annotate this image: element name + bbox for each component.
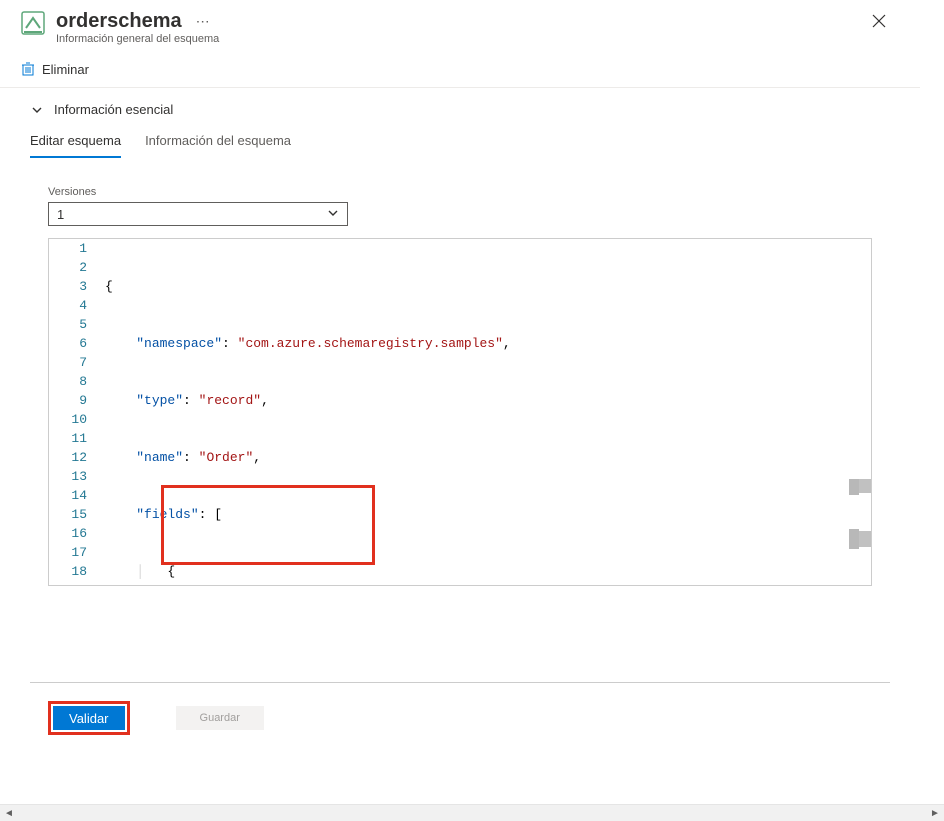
command-bar: Eliminar xyxy=(0,53,920,88)
more-actions-button[interactable]: ⋯ xyxy=(196,13,211,30)
close-button[interactable] xyxy=(864,10,894,37)
schema-code-editor[interactable]: 1 2 3 4 5 6 7 8 9 10 11 12 13 14 15 16 1… xyxy=(48,238,872,586)
editor-gutter: 1 2 3 4 5 6 7 8 9 10 11 12 13 14 15 16 1… xyxy=(49,239,99,585)
version-dropdown[interactable]: 1 xyxy=(48,202,348,226)
chevron-down-icon xyxy=(327,207,339,222)
page-title: orderschema xyxy=(56,10,182,33)
scroll-left-icon[interactable]: ◄ xyxy=(2,806,16,820)
versions-label: Versiones xyxy=(48,186,872,198)
essentials-label: Información esencial xyxy=(54,102,173,117)
horizontal-scrollbar[interactable]: ◄ ► xyxy=(0,804,944,821)
delete-icon xyxy=(20,61,36,77)
highlight-annotation: Validar xyxy=(48,701,130,735)
schema-overview-panel: orderschema ⋯ Información general del es… xyxy=(0,0,920,798)
version-selected-value: 1 xyxy=(57,207,64,222)
highlight-annotation xyxy=(161,485,375,565)
footer-buttons: Validar Guardar xyxy=(0,683,920,755)
delete-button[interactable]: Eliminar xyxy=(42,62,89,77)
tab-bar: Editar esquema Información del esquema xyxy=(0,127,920,158)
validate-button[interactable]: Validar xyxy=(53,706,125,730)
editor-code-area[interactable]: { "namespace": "com.azure.schemaregistry… xyxy=(99,239,871,585)
editor-minimap[interactable] xyxy=(849,529,859,549)
schema-icon xyxy=(20,10,46,36)
editor-minimap[interactable] xyxy=(849,479,859,495)
chevron-down-icon xyxy=(30,103,44,117)
tab-edit-schema[interactable]: Editar esquema xyxy=(30,127,121,158)
versions-section: Versiones 1 xyxy=(0,158,920,226)
panel-header: orderschema ⋯ Información general del es… xyxy=(0,0,920,53)
title-block: orderschema ⋯ Información general del es… xyxy=(56,10,864,45)
essentials-toggle[interactable]: Información esencial xyxy=(0,88,920,127)
editor-scrollbar[interactable] xyxy=(859,239,871,585)
tab-schema-info[interactable]: Información del esquema xyxy=(145,127,291,158)
save-button: Guardar xyxy=(176,706,264,730)
page-subtitle: Información general del esquema xyxy=(56,33,864,45)
scroll-right-icon[interactable]: ► xyxy=(928,806,942,820)
